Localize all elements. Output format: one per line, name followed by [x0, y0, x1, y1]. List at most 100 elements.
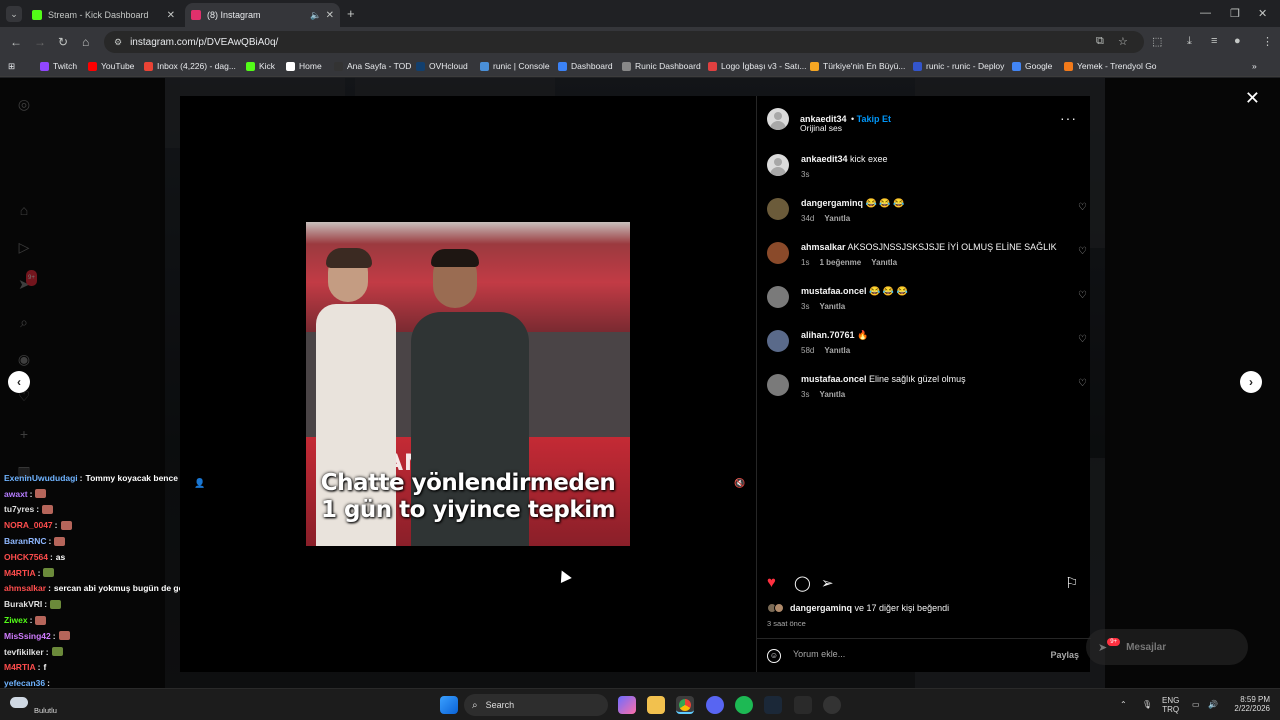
chat-username[interactable]: awaxt — [4, 489, 28, 499]
app-icon[interactable] — [823, 696, 841, 714]
bookmark-kick[interactable]: Kick — [246, 61, 275, 71]
reload-icon[interactable]: ↻ — [58, 35, 68, 49]
copilot-icon[interactable] — [618, 696, 636, 714]
commenter-avatar[interactable] — [767, 374, 789, 396]
minimize-icon[interactable]: — — [1200, 7, 1211, 19]
close-modal-icon[interactable]: ✕ — [1245, 88, 1260, 109]
close-tab-icon[interactable]: ✕ — [326, 10, 334, 21]
media-control-icon[interactable]: ≡ — [1211, 35, 1217, 47]
comment-username[interactable]: dangergaminq — [801, 198, 863, 208]
bookmark-runic-dashboard[interactable]: Runic Dashboard — [622, 61, 701, 71]
site-info-icon[interactable]: ⚙ — [114, 37, 122, 48]
apps-grid-icon[interactable]: ⊞ — [8, 61, 15, 72]
previous-post-icon[interactable]: ‹ — [8, 371, 30, 393]
chat-username[interactable]: ExeninUwududagi — [4, 473, 78, 483]
bookmark-trendyol-go[interactable]: Yemek - Trendyol Go — [1064, 61, 1157, 71]
chat-username[interactable]: BurakVRI — [4, 599, 42, 609]
chrome-icon[interactable] — [676, 696, 694, 714]
comment-username[interactable]: ankaedit34 — [801, 154, 848, 164]
emoji-icon[interactable]: ☺ — [767, 649, 781, 663]
profile-avatar-icon[interactable]: ● — [1234, 35, 1241, 47]
bookmark-logo-igbasi[interactable]: Logo İgbaşı v3 - Satı... — [708, 61, 807, 71]
reply-button[interactable]: Yanıtla — [824, 346, 850, 355]
address-bar[interactable]: ⚙ instagram.com/p/DVEAwQBiA0q/ — [104, 31, 1144, 53]
forward-icon[interactable]: → — [34, 35, 46, 49]
liked-by-rest[interactable]: ve 17 diğer kişi beğendi — [855, 603, 950, 613]
reply-button[interactable]: Yanıtla — [819, 390, 845, 399]
comment-like-heart-icon[interactable]: ♡ — [1078, 290, 1087, 301]
chat-username[interactable]: OHCK7564 — [4, 552, 48, 562]
tray-chevron-icon[interactable]: ⌃ — [1120, 700, 1127, 709]
comment-input[interactable]: Yorum ekle... — [793, 649, 845, 659]
post-media[interactable]: ANTEP FI Chatte yönlendirmeden 1 gün to … — [180, 96, 756, 672]
windows-start-icon[interactable] — [440, 696, 458, 714]
extensions-icon[interactable]: ⬚ — [1152, 35, 1162, 48]
bookmark-tod[interactable]: Ana Sayfa - TOD — [334, 61, 411, 71]
commenter-avatar[interactable] — [767, 198, 789, 220]
audio-label[interactable]: Orijinal ses — [800, 123, 842, 133]
language-indicator[interactable]: ENG TRQ — [1162, 696, 1179, 714]
like-heart-icon[interactable]: ♥ — [767, 574, 776, 591]
file-explorer-icon[interactable] — [647, 696, 665, 714]
chat-username[interactable]: M4RTIA — [4, 662, 36, 672]
chat-username[interactable]: Ziwex — [4, 615, 28, 625]
commenter-avatar[interactable] — [767, 242, 789, 264]
bookmark-runic-console[interactable]: runic | Console — [480, 61, 550, 71]
chat-username[interactable]: BaranRNC — [4, 536, 47, 546]
home-icon[interactable]: ⌂ — [82, 35, 89, 49]
chat-username[interactable]: tevfikilker — [4, 647, 44, 657]
comment-username[interactable]: mustafaa.oncel — [801, 286, 867, 296]
bookmark-x-home[interactable]: Home — [286, 61, 322, 71]
comment-like-heart-icon[interactable]: ♡ — [1078, 202, 1087, 213]
mute-icon[interactable]: 🔇 — [734, 478, 745, 489]
comment-like-heart-icon[interactable]: ♡ — [1078, 334, 1087, 345]
comment-like-heart-icon[interactable]: ♡ — [1078, 378, 1087, 389]
spotify-icon[interactable] — [735, 696, 753, 714]
new-tab-button[interactable]: + — [347, 6, 355, 21]
reply-button[interactable]: Yanıtla — [871, 258, 897, 267]
clock[interactable]: 8:59 PM 2/22/2026 — [1226, 695, 1270, 713]
tab-search-icon[interactable]: ⌄ — [6, 6, 22, 22]
downloads-icon[interactable]: ⤓ — [1187, 35, 1192, 48]
chat-username[interactable]: ahmsalkar — [4, 583, 46, 593]
commenter-avatar[interactable] — [767, 330, 789, 352]
reply-button[interactable]: Yanıtla — [819, 302, 845, 311]
steam-icon[interactable] — [764, 696, 782, 714]
tab-instagram[interactable]: (8) Instagram 🔈 ✕ — [185, 3, 340, 27]
network-icon[interactable]: ▭ — [1192, 700, 1200, 709]
bookmark-dashboard[interactable]: Dashboard — [558, 61, 613, 71]
bookmark-twitch[interactable]: Twitch — [40, 61, 77, 71]
next-post-icon[interactable]: › — [1240, 371, 1262, 393]
bookmark-runic-deploy[interactable]: runic - runic - Deploy — [913, 61, 1004, 71]
author-avatar[interactable] — [767, 154, 789, 176]
chat-username[interactable]: NORA_0047 — [4, 520, 53, 530]
messages-button[interactable]: ➤ 9+ Mesajlar — [1086, 629, 1248, 665]
close-window-icon[interactable]: ✕ — [1258, 7, 1267, 20]
share-icon[interactable]: ➢ — [821, 574, 834, 592]
install-app-icon[interactable]: ⧉ — [1096, 35, 1104, 48]
save-bookmark-icon[interactable]: ⚐ — [1065, 574, 1078, 592]
comment-likes[interactable]: 1 beğenme — [819, 258, 861, 267]
comment-like-heart-icon[interactable]: ♡ — [1078, 246, 1087, 257]
tagged-user-icon[interactable]: 👤 — [194, 478, 205, 489]
comment-username[interactable]: mustafaa.oncel — [801, 374, 867, 384]
epic-games-icon[interactable] — [794, 696, 812, 714]
chat-username[interactable]: MisSsing42 — [4, 631, 51, 641]
more-bookmarks-icon[interactable]: » — [1252, 61, 1257, 71]
volume-icon[interactable]: 🔊 — [1208, 700, 1218, 709]
menu-kebab-icon[interactable]: ⋮ — [1262, 35, 1273, 48]
close-tab-icon[interactable]: ✕ — [167, 10, 175, 21]
bookmark-google[interactable]: Google — [1012, 61, 1052, 71]
reply-button[interactable]: Yanıtla — [824, 214, 850, 223]
chat-username[interactable]: yefecan36 — [4, 678, 45, 688]
bookmark-star-icon[interactable]: ☆ — [1118, 35, 1128, 48]
chat-username[interactable]: tu7yres — [4, 504, 34, 514]
bookmark-turkiye[interactable]: Türkiye'nin En Büyü... — [810, 61, 905, 71]
weather-widget[interactable]: Bulutlu — [10, 694, 70, 716]
microphone-icon[interactable]: 🎙 — [1142, 700, 1152, 709]
back-icon[interactable]: ← — [10, 35, 22, 49]
bookmark-youtube[interactable]: YouTube — [88, 61, 134, 71]
comment-username[interactable]: alihan.70761 — [801, 330, 855, 340]
chat-username[interactable]: M4RTIA — [4, 568, 36, 578]
tab-kick-dashboard[interactable]: Stream - Kick Dashboard ✕ — [26, 3, 181, 27]
